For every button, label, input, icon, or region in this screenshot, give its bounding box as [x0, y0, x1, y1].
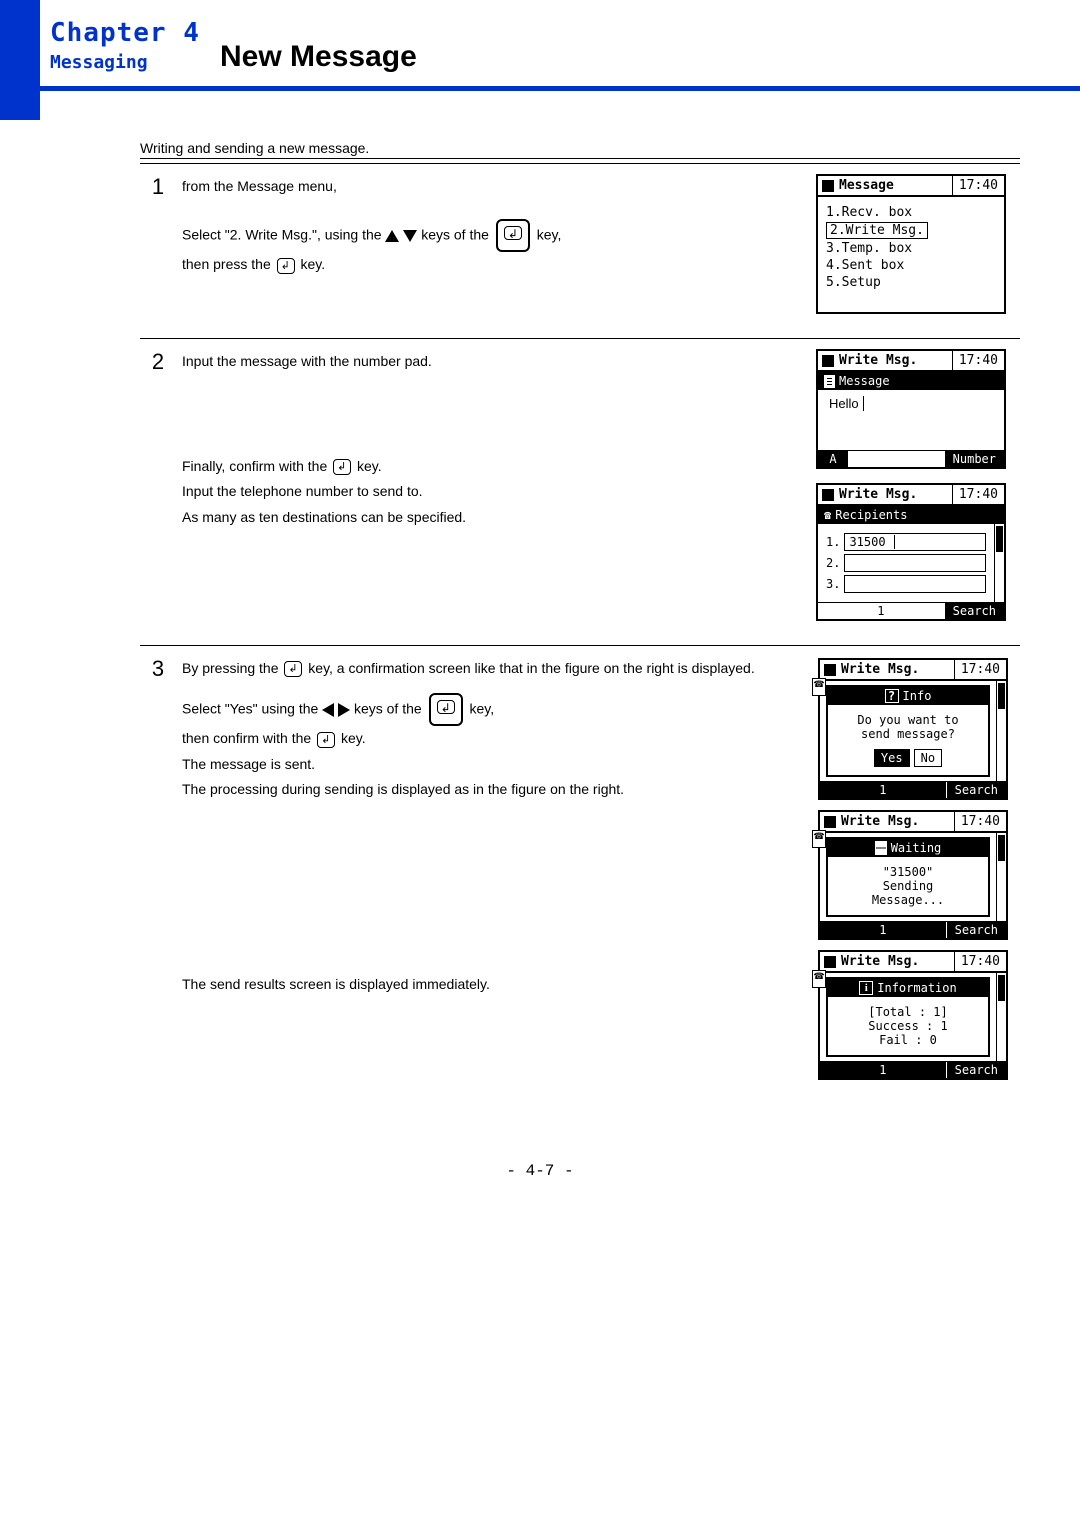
step-text: Select "Yes" using the keys of the key, [182, 693, 804, 726]
page-number: - 4-7 - [0, 1132, 1080, 1200]
down-arrow-icon [403, 230, 417, 242]
scrollbar [996, 681, 1006, 781]
menu-item: 4.Sent box [826, 258, 996, 273]
step-number: 3 [140, 646, 176, 1093]
yes-button: Yes [874, 749, 910, 767]
phone-screen-result: Write Msg. 17:40 iInformation [Total : 1… [818, 950, 1008, 1080]
enter-key-icon [429, 693, 463, 726]
phone-screen-recipients: Write Msg. 17:40 ☎Recipients 1.31500 2. … [816, 483, 1006, 621]
header-blue-bar [0, 0, 40, 120]
time-label: 17:40 [954, 660, 1006, 679]
phone-screen-waiting: Write Msg. 17:40 Waiting "31500" Sending [818, 810, 1008, 940]
overlay-icon: ☎ [812, 970, 826, 988]
scrollbar [996, 833, 1006, 921]
enter-key-icon [284, 661, 302, 677]
question-icon: ? [885, 689, 899, 703]
hourglass-icon [875, 841, 887, 855]
step-text: The message is sent. [182, 752, 804, 777]
footer-left: 1 [820, 1062, 946, 1078]
footer-left: 1 [820, 782, 946, 798]
intro-text: Writing and sending a new message. [140, 140, 1020, 159]
step-text: from the Message menu, [182, 174, 804, 199]
footer-left: 1 [820, 922, 946, 938]
chapter-title: Chapter 4 [50, 18, 220, 48]
menu-item: 3.Temp. box [826, 241, 996, 256]
time-label: 17:40 [952, 485, 1004, 504]
title-icon [822, 180, 834, 192]
footer-right: Search [944, 603, 1004, 619]
phone-screen-write-msg: Write Msg. 17:40 Message Hello A Number [816, 349, 1006, 469]
up-arrow-icon [385, 230, 399, 242]
right-arrow-icon [338, 703, 350, 717]
enter-key-icon [317, 732, 335, 748]
step-text: The send results screen is displayed imm… [182, 972, 804, 997]
step-body: By pressing the key, a confirmation scre… [176, 646, 810, 1093]
message-text: Hello [826, 396, 867, 411]
footer-right: Search [946, 922, 1006, 938]
step-row: 1 from the Message menu, Select "2. Writ… [140, 164, 1020, 339]
footer-right: Search [946, 1062, 1006, 1078]
step-text: Input the telephone number to send to. [182, 479, 804, 504]
enter-key-icon [277, 258, 295, 274]
recipient-input [844, 575, 986, 593]
title-icon [824, 956, 836, 968]
step-row: 3 By pressing the key, a confirmation sc… [140, 646, 1020, 1093]
title-icon [824, 816, 836, 828]
overlay-icon: ☎ [812, 830, 826, 848]
overlay-icon: ☎ [812, 678, 826, 696]
time-label: 17:40 [954, 812, 1006, 831]
menu-item: 1.Recv. box [826, 205, 996, 220]
steps-table: 1 from the Message menu, Select "2. Writ… [140, 163, 1020, 1092]
footer-left: 1 [818, 603, 944, 619]
phone-screen-menu: Message 17:40 1.Recv. box 2.Write Msg. 3… [816, 174, 1006, 314]
step-text: The processing during sending is display… [182, 777, 804, 802]
footer-right: Number [944, 451, 1004, 467]
scrollbar [994, 524, 1004, 602]
no-button: No [914, 749, 942, 767]
title-icon [822, 355, 834, 367]
step-text: Finally, confirm with the key. [182, 454, 804, 479]
enter-key-icon [333, 459, 351, 475]
step-body: from the Message menu, Select "2. Write … [176, 164, 810, 339]
recipient-input: 31500 [844, 533, 986, 551]
step-text: then press the key. [182, 252, 804, 277]
recipient-input [844, 554, 986, 572]
menu-item: 5.Setup [826, 275, 996, 290]
header-underline [40, 86, 1080, 91]
chapter-subtitle: Messaging [50, 52, 220, 73]
document-icon [824, 375, 835, 388]
time-label: 17:40 [954, 952, 1006, 971]
step-number: 1 [140, 164, 176, 339]
phone-screen-confirm: Write Msg. 17:40 ?Info Do you want to se… [818, 658, 1008, 800]
title-icon [824, 664, 836, 676]
time-label: 17:40 [952, 176, 1004, 195]
scrollbar [996, 973, 1006, 1061]
info-icon: i [859, 981, 873, 995]
step-text: Select "2. Write Msg.", using the keys o… [182, 219, 804, 252]
time-label: 17:40 [952, 351, 1004, 370]
page-header: Chapter 4 Messaging New Message [0, 0, 1080, 120]
footer-left: A [818, 451, 848, 467]
step-text: By pressing the key, a confirmation scre… [182, 656, 804, 681]
left-arrow-icon [322, 703, 334, 717]
menu-item-selected: 2.Write Msg. [826, 222, 928, 239]
step-text: then confirm with the key. [182, 726, 804, 751]
title-icon [822, 489, 834, 501]
footer-right: Search [946, 782, 1006, 798]
enter-key-icon [496, 219, 530, 252]
step-row: 2 Input the message with the number pad.… [140, 339, 1020, 646]
step-number: 2 [140, 339, 176, 646]
recipients-icon: ☎ [824, 508, 831, 522]
section-title: New Message [220, 40, 1080, 80]
step-text: As many as ten destinations can be speci… [182, 505, 804, 530]
step-text: Input the message with the number pad. [182, 349, 804, 374]
step-body: Input the message with the number pad. F… [176, 339, 810, 646]
